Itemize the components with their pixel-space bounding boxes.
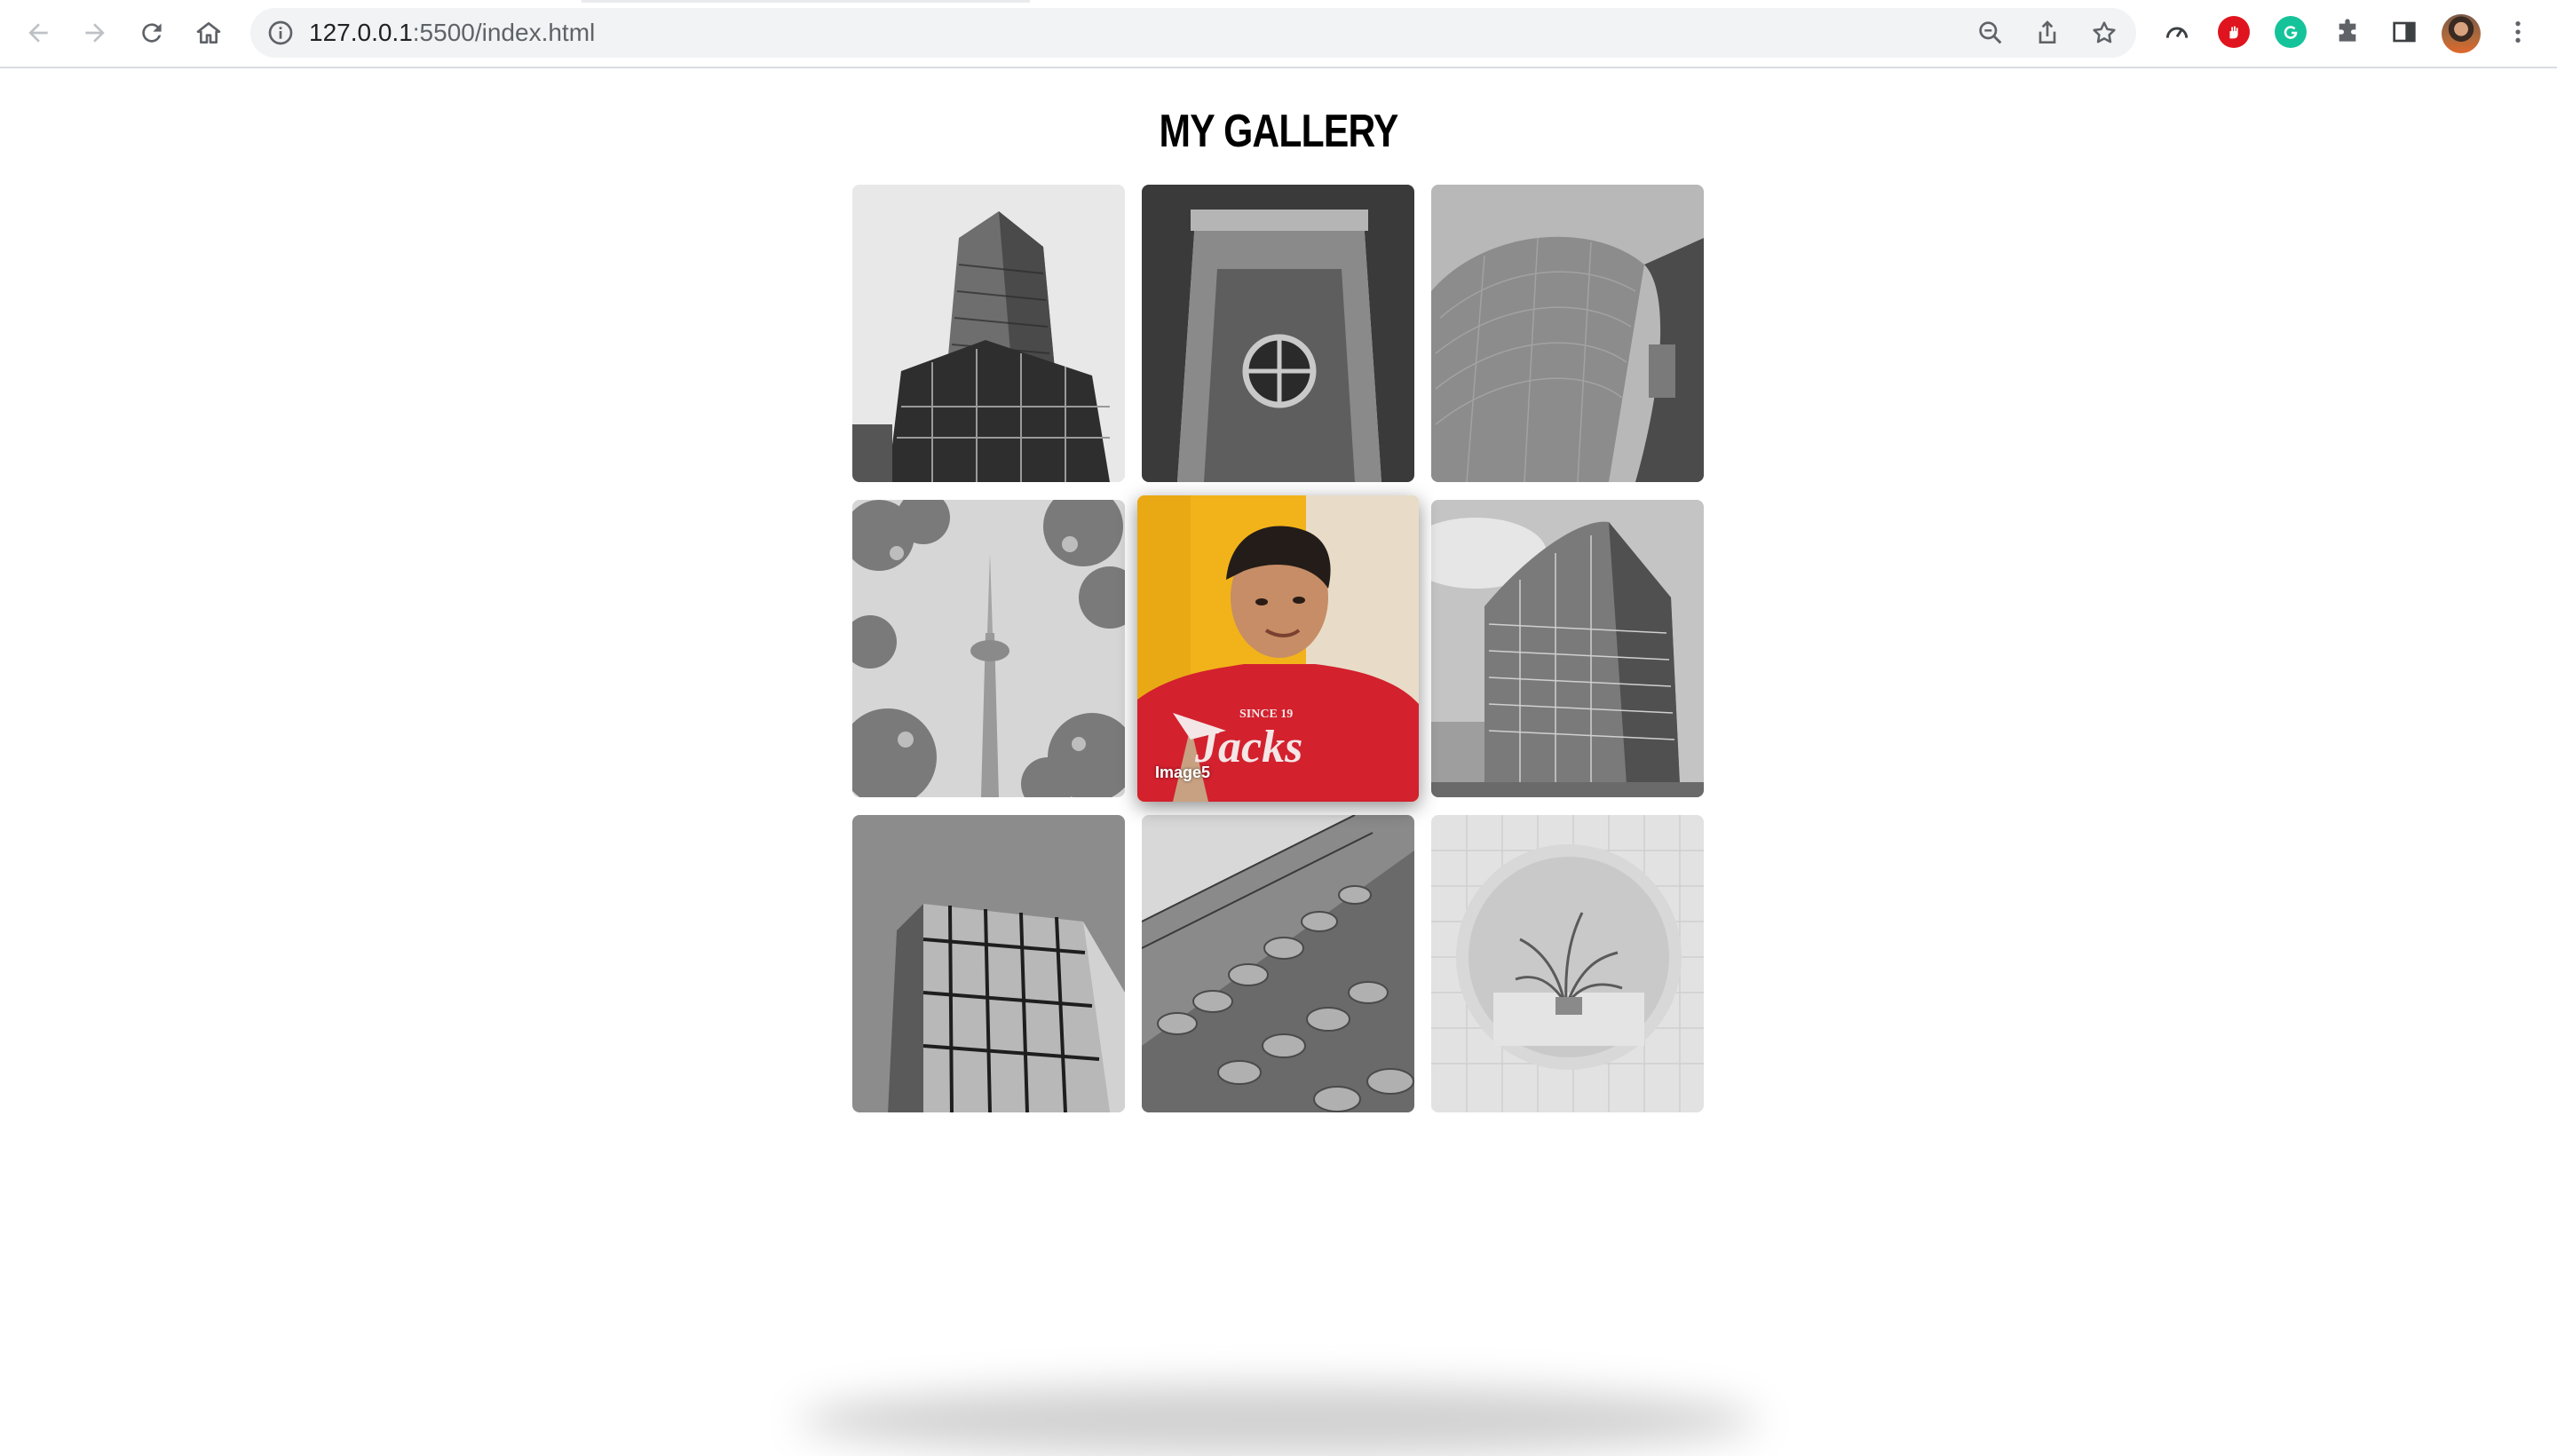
grammarly-extension[interactable] [2275, 16, 2307, 48]
office-building-image [1431, 500, 1704, 797]
home-icon [196, 22, 221, 44]
page-title: MY GALLERY [1159, 106, 1399, 157]
gallery-image-7[interactable] [852, 815, 1125, 1112]
adblock-extension[interactable] [2218, 16, 2250, 48]
url-host: 127.0.0.1 [309, 19, 413, 46]
side-panel-icon [2393, 21, 2416, 43]
share-icon[interactable] [2033, 19, 2062, 47]
side-panel-button[interactable] [2388, 16, 2420, 48]
home-button[interactable] [188, 12, 229, 53]
speedometer-icon [2165, 27, 2189, 38]
tower-blossoms-image [852, 500, 1125, 797]
browser-toolbar: 127.0.0.1:5500/index.html [0, 0, 2557, 68]
gallery-image-4[interactable] [852, 500, 1125, 797]
tab-strip-edge [582, 0, 1030, 3]
gallery-image-8[interactable] [1142, 815, 1414, 1112]
reload-button[interactable] [131, 12, 172, 53]
curved-building-image [1431, 185, 1704, 482]
image-caption: Image5 [1155, 764, 1211, 781]
browser-menu-button[interactable] [2502, 16, 2534, 48]
grammarly-icon [2284, 26, 2298, 39]
round-window-facade-image [1142, 185, 1414, 482]
extensions-button[interactable] [2331, 16, 2363, 48]
gallery-image-9[interactable] [1431, 815, 1704, 1112]
glass-corner-image [852, 815, 1125, 1112]
ornate-columns-image [1142, 815, 1414, 1112]
puzzle-icon [2339, 19, 2356, 42]
round-room-plant-image [1431, 815, 1704, 1112]
profile-avatar[interactable] [2442, 14, 2481, 53]
arrow-left-icon [28, 23, 48, 43]
zoom-icon[interactable] [1976, 19, 2005, 47]
address-bar[interactable]: 127.0.0.1:5500/index.html [250, 8, 2136, 58]
gallery-image-6[interactable] [1431, 500, 1704, 797]
svg-text:SINCE 19: SINCE 19 [1239, 708, 1293, 721]
gallery-image-5[interactable]: SINCE 19 Jacks Image5 [1137, 495, 1419, 802]
gallery-image-3[interactable] [1431, 185, 1704, 482]
arrow-right-icon [85, 23, 105, 43]
url-text[interactable]: 127.0.0.1:5500/index.html [309, 8, 595, 58]
back-button[interactable] [18, 12, 59, 53]
kebab-menu-icon [2515, 21, 2521, 43]
gallery-image-1[interactable] [852, 185, 1125, 482]
info-icon[interactable] [266, 19, 295, 47]
url-path: :5500/index.html [412, 19, 596, 46]
page-bottom-shadow [799, 1385, 1758, 1456]
gallery-image-2[interactable] [1142, 185, 1414, 482]
bookmark-star-icon[interactable] [2090, 19, 2118, 47]
hand-stop-icon [2229, 26, 2238, 39]
portrait-image: SINCE 19 Jacks [1137, 495, 1419, 802]
reload-icon [142, 23, 162, 43]
performance-extension[interactable] [2161, 16, 2193, 48]
skyscraper-image [852, 185, 1125, 482]
forward-button[interactable] [75, 12, 115, 53]
